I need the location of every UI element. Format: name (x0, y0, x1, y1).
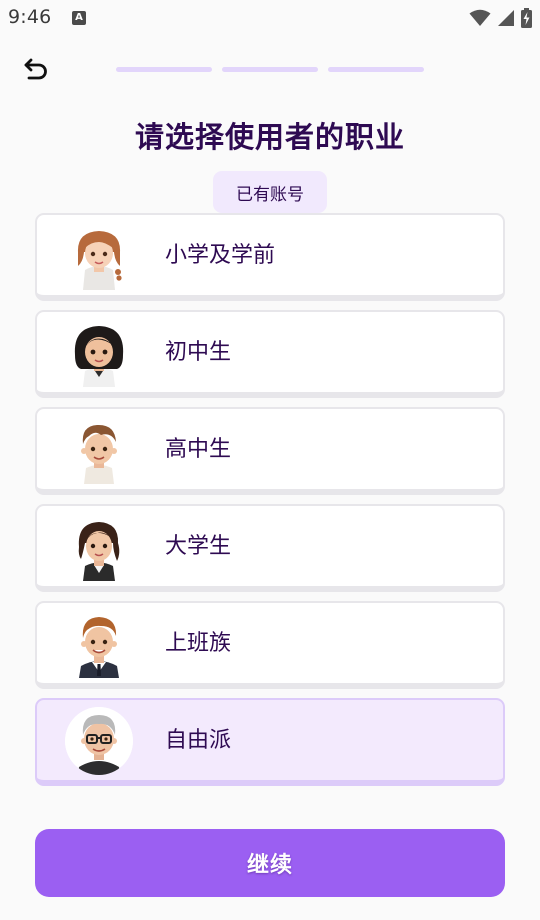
status-bar: 9:46 A (0, 0, 540, 36)
status-time: 9:46 (8, 6, 52, 28)
option-label: 大学生 (165, 534, 232, 559)
girl-braids-avatar (77, 231, 122, 290)
option-primary-school[interactable]: 小学及学前 (35, 213, 505, 301)
option-label: 自由派 (165, 728, 232, 753)
status-icons (469, 8, 532, 28)
option-college[interactable]: 大学生 (35, 504, 505, 592)
option-label: 小学及学前 (165, 243, 276, 268)
young-woman-avatar (78, 522, 120, 581)
progress-step (328, 67, 424, 72)
option-junior-high[interactable]: 初中生 (35, 310, 505, 398)
option-office-worker[interactable]: 上班族 (35, 601, 505, 689)
progress-step (116, 67, 212, 72)
continue-button[interactable]: 继续 (35, 829, 505, 897)
existing-account-button[interactable]: 已有账号 (213, 171, 327, 213)
undo-arrow-icon (24, 58, 47, 80)
girl-bob-hair-avatar (74, 326, 124, 387)
notification-a-icon: A (72, 11, 86, 25)
boy-avatar (81, 424, 117, 484)
older-man-glasses-avatar (65, 707, 133, 775)
option-high-school[interactable]: 高中生 (35, 407, 505, 495)
option-label: 上班族 (165, 631, 232, 656)
occupation-options: 小学及学前 初中生 高中生 大学生 上班族 自由派 (35, 213, 505, 795)
option-label: 高中生 (165, 437, 232, 462)
back-button[interactable] (20, 54, 52, 86)
cell-signal-icon (498, 10, 514, 26)
progress-indicator (116, 67, 424, 72)
page-title: 请选择使用者的职业 (134, 120, 405, 154)
wifi-icon (469, 9, 491, 26)
battery-charging-icon (521, 8, 532, 28)
option-label: 初中生 (165, 340, 232, 365)
option-freelancer[interactable]: 自由派 (35, 698, 505, 786)
progress-step (222, 67, 318, 72)
man-suit-avatar (79, 617, 119, 678)
